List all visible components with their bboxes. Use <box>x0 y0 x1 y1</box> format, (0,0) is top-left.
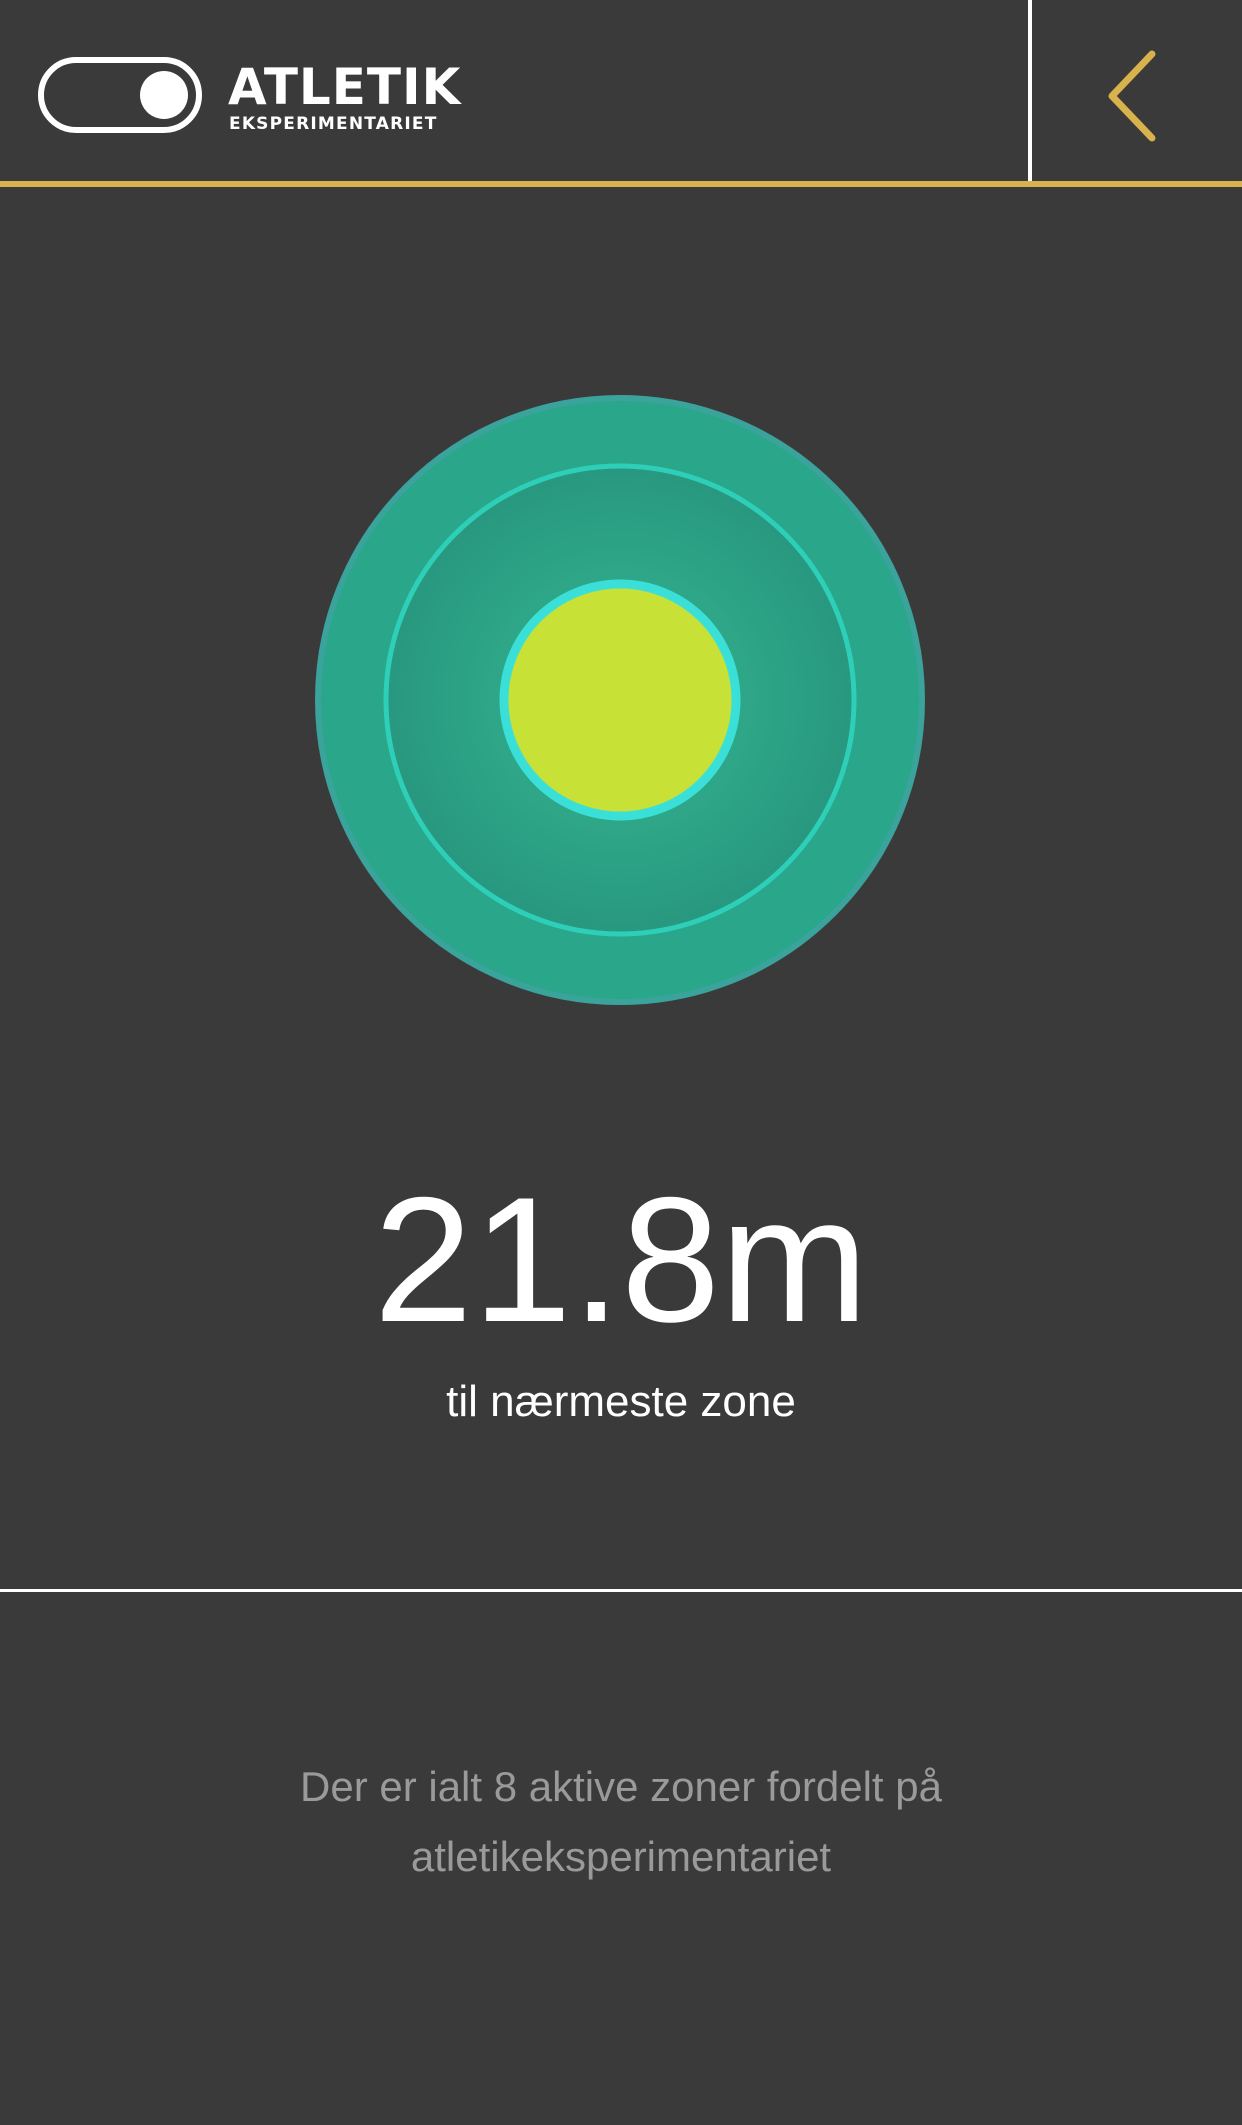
logo-subtitle: EKSPERIMENTARIET <box>229 114 438 134</box>
radar-center-target <box>499 579 741 821</box>
logo-title: ATLETIK <box>228 58 462 116</box>
info-line-1: Der er ialt 8 aktive zoner fordelt på <box>300 1763 942 1810</box>
info-line-2: atletikeksperimentariet <box>410 1833 832 1880</box>
proximity-radar-icon <box>315 395 925 1005</box>
header-accent-line <box>0 181 1242 187</box>
distance-value: 21.8m <box>373 1160 869 1359</box>
app-screen: ATLETIK EKSPERIMENTARIET 21.8m til nærme… <box>0 0 1242 2125</box>
back-button[interactable] <box>1032 0 1242 181</box>
toggle-switch-icon <box>38 57 202 133</box>
header: ATLETIK EKSPERIMENTARIET <box>0 0 1242 187</box>
logo: ATLETIK EKSPERIMENTARIET <box>38 57 460 137</box>
distance-caption: til nærmeste zone <box>446 1377 796 1426</box>
chevron-left-icon <box>1108 50 1156 142</box>
section-divider <box>0 1589 1242 1592</box>
info-text: Der er ialt 8 aktive zoner fordelt på at… <box>171 1752 1071 1892</box>
